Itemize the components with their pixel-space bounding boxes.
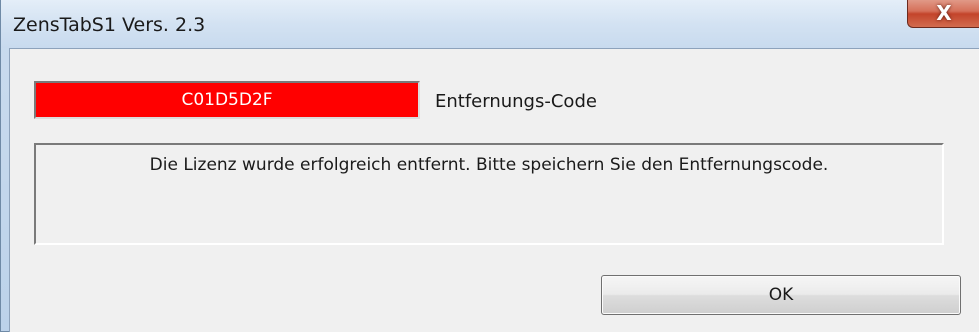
- removal-code-label: Entfernungs-Code: [435, 91, 597, 112]
- close-button[interactable]: X: [907, 0, 979, 28]
- message-box: Die Lizenz wurde erfolgreich entfernt. B…: [34, 143, 944, 245]
- message-text: Die Lizenz wurde erfolgreich entfernt. B…: [149, 155, 829, 175]
- ok-button[interactable]: OK: [601, 275, 961, 315]
- close-icon: X: [936, 0, 952, 25]
- title-bar[interactable]: ZensTabS1 Vers. 2.3 X: [1, 0, 979, 48]
- dialog-window: ZensTabS1 Vers. 2.3 X C01D5D2F Entfernun…: [0, 0, 979, 332]
- window-title: ZensTabS1 Vers. 2.3: [13, 14, 206, 36]
- removal-code-field[interactable]: C01D5D2F: [34, 81, 420, 119]
- dialog-content: C01D5D2F Entfernungs-Code Die Lizenz wur…: [9, 48, 979, 332]
